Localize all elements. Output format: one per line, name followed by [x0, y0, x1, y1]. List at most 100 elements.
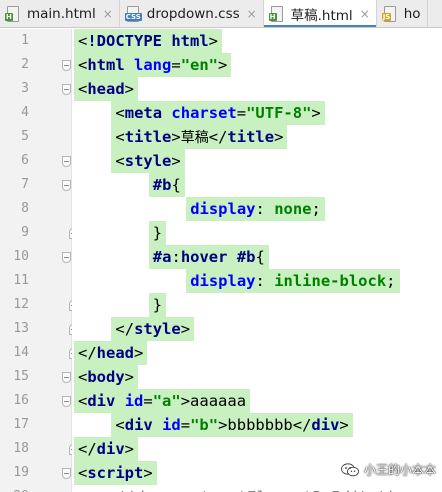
- tab-label: main.html: [27, 5, 96, 22]
- token-punc: >: [208, 32, 219, 50]
- code-line[interactable]: <body>: [72, 365, 442, 389]
- code-text: <meta charset="UTF-8">: [111, 101, 325, 125]
- js-file-icon: JS: [381, 5, 398, 22]
- token-punc: :: [171, 248, 181, 266]
- token-punc: >: [180, 320, 191, 338]
- tab-0[interactable]: Hmain.html ×: [0, 0, 120, 27]
- code-line[interactable]: <!DOCTYPE html>: [72, 29, 442, 53]
- code-line[interactable]: }: [72, 221, 442, 245]
- code-line[interactable]: </style>: [72, 317, 442, 341]
- token-tag: !DOCTYPE: [87, 32, 162, 50]
- token-punc: <: [115, 128, 125, 146]
- token-str: "b": [190, 416, 219, 434]
- code-line[interactable]: //document.getElementById('a'): [72, 485, 442, 492]
- token-tag: head: [87, 80, 125, 98]
- token-tag: style: [134, 320, 181, 338]
- code-editor[interactable]: 1234567891011121314151617181920 <!DOCTYP…: [0, 29, 442, 492]
- code-text: #b{: [148, 173, 185, 197]
- token-sel: #a: [152, 248, 172, 266]
- line-number: 11: [13, 273, 29, 288]
- line-number: 10: [13, 249, 29, 264]
- fold-marker-icon[interactable]: [62, 180, 71, 191]
- code-line[interactable]: #a:hover #b{: [72, 245, 442, 269]
- token-punc: </: [208, 128, 228, 146]
- close-tab-icon[interactable]: ×: [247, 7, 257, 21]
- line-number: 14: [13, 345, 29, 360]
- code-line[interactable]: <meta charset="UTF-8">: [72, 101, 442, 125]
- editor-tab-bar: Hmain.html × CSS dropdown.css × H 草稿.html × JS ho: [0, 0, 442, 28]
- watermark-text: 小王的小本本: [363, 463, 436, 477]
- fold-marker-icon[interactable]: [62, 396, 71, 407]
- code-line[interactable]: <html lang="en">: [72, 53, 442, 77]
- line-number: 2: [21, 57, 29, 72]
- token-punc: <: [78, 80, 88, 98]
- code-line[interactable]: #b{: [72, 173, 442, 197]
- fold-marker-icon[interactable]: [62, 252, 71, 263]
- token-punc: >bbbbbbb</: [218, 416, 312, 434]
- tab-label: ho: [403, 5, 421, 22]
- token-punc: =: [180, 416, 191, 434]
- fold-marker-icon[interactable]: [62, 468, 71, 479]
- code-line[interactable]: <div id="a">aaaaaa: [72, 389, 442, 413]
- token-punc: >: [134, 344, 144, 362]
- token-punc: ;: [311, 200, 321, 218]
- fold-marker-icon[interactable]: [62, 372, 71, 383]
- token-punc: <: [78, 56, 88, 74]
- code-text: <style>: [111, 149, 185, 173]
- code-text: <body>: [74, 365, 139, 389]
- tab-3[interactable]: JS ho: [377, 0, 428, 27]
- code-line[interactable]: display: inline-block;: [72, 269, 442, 293]
- token-punc: <: [78, 368, 88, 386]
- token-punc: >: [339, 416, 349, 434]
- fold-marker-icon[interactable]: [62, 60, 71, 71]
- line-number: 12: [13, 297, 29, 312]
- token-attr: id: [124, 392, 144, 410]
- code-line[interactable]: </head>: [72, 341, 442, 365]
- line-number: 19: [13, 465, 29, 480]
- close-tab-icon[interactable]: ×: [103, 7, 113, 21]
- tab-2[interactable]: H 草稿.html ×: [263, 0, 377, 27]
- fold-marker-icon[interactable]: [62, 84, 71, 95]
- gutter-row: 11: [0, 269, 71, 293]
- line-number: 4: [21, 105, 29, 120]
- token-punc: </: [115, 320, 135, 338]
- token-punc: <: [78, 32, 88, 50]
- token-tag: div: [311, 416, 340, 434]
- code-text: <head>: [74, 77, 139, 101]
- code-line[interactable]: </div>: [72, 437, 442, 461]
- token-tag: div: [87, 392, 116, 410]
- tab-1[interactable]: CSS dropdown.css ×: [120, 0, 264, 27]
- code-text: display: inline-block;: [186, 269, 400, 293]
- line-number: 3: [21, 81, 29, 96]
- code-line[interactable]: <style>: [72, 149, 442, 173]
- gutter-row: 1: [0, 29, 71, 53]
- tab-label: dropdown.css: [146, 5, 240, 22]
- close-tab-icon[interactable]: ×: [360, 7, 370, 21]
- token-cmt: //document.getElementById('a'): [115, 488, 395, 492]
- token-tag: title: [124, 128, 172, 146]
- token-punc: :: [255, 272, 275, 290]
- token-punc: >: [124, 440, 135, 458]
- line-number: 6: [21, 153, 29, 168]
- code-line[interactable]: <title>草稿</title>: [72, 125, 442, 149]
- token-tag: div: [96, 440, 125, 458]
- token-tag: style: [124, 152, 172, 170]
- token-punc: >: [124, 80, 135, 98]
- token-prop: display: [190, 200, 256, 218]
- code-line[interactable]: }: [72, 293, 442, 317]
- token-punc: >: [274, 128, 284, 146]
- line-number: 7: [21, 177, 29, 192]
- code-line[interactable]: display: none;: [72, 197, 442, 221]
- code-line[interactable]: <head>: [72, 77, 442, 101]
- code-text: <!DOCTYPE html>: [74, 29, 223, 53]
- html-file-icon: H: [5, 5, 21, 22]
- code-text: }: [148, 221, 167, 245]
- token-val: none: [274, 200, 312, 218]
- code-area[interactable]: <!DOCTYPE html> <html lang="en"> <head> <me…: [72, 29, 442, 492]
- fold-marker-icon[interactable]: [62, 156, 71, 167]
- gutter-row: 12: [0, 293, 78, 317]
- gutter-row: 9: [0, 221, 78, 245]
- token-punc: [227, 248, 236, 266]
- code-line[interactable]: <div id="b">bbbbbbb</div>: [72, 413, 442, 437]
- token-punc: [115, 392, 124, 410]
